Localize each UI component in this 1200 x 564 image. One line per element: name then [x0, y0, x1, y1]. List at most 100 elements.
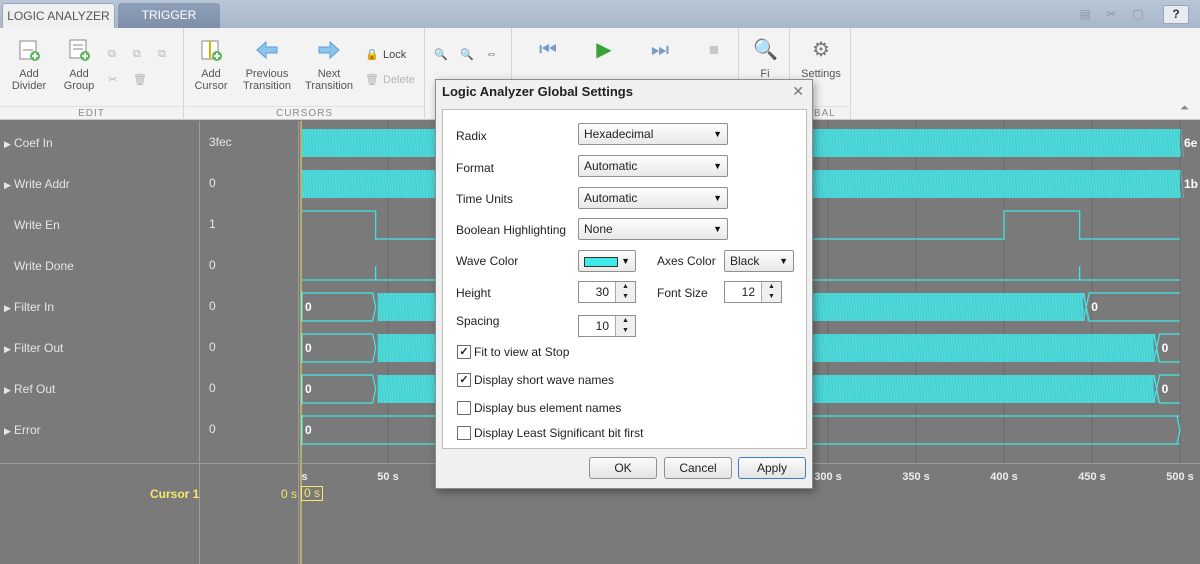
add-group-button[interactable]: Add Group — [58, 38, 100, 92]
fit-horizontal-icon[interactable]: ⇔ — [486, 48, 497, 60]
add-cursor-button[interactable]: Add Cursor — [191, 38, 231, 92]
lsb-first-label: Display Least Significant bit first — [474, 426, 644, 440]
stop-button[interactable]: ⏹ — [699, 38, 729, 68]
lock-button[interactable]: 🔒 Lock — [365, 48, 406, 61]
signal-name[interactable]: ▶ Error — [4, 422, 41, 438]
cursors-caption: CURSORS — [185, 106, 424, 119]
stop-icon: ⏹ — [709, 39, 719, 61]
signal-name[interactable]: ▶ Ref Out — [4, 381, 55, 397]
format-value: Automatic — [584, 159, 638, 173]
boolean-highlighting-value: None — [584, 222, 613, 236]
copy-icon[interactable]: ▢ — [1130, 6, 1146, 22]
short-wave-names-checkbox[interactable]: ✓ Display short wave names — [457, 373, 614, 389]
clone-wave-icon[interactable]: ⧉ — [158, 48, 166, 61]
spacing-stepper[interactable]: 10 ▲ ▼ — [578, 315, 636, 337]
wave-color-picker[interactable]: ▼ — [578, 250, 636, 272]
chevron-down-icon: ▼ — [779, 256, 788, 266]
radix-select[interactable]: Hexadecimal ▼ — [578, 123, 728, 145]
signal-name[interactable]: Write Done — [4, 258, 74, 274]
delete-cursor-button[interactable]: 🗑 Delete — [365, 73, 415, 86]
collapse-toolstrip-icon[interactable]: ⏶ — [1180, 102, 1189, 115]
boolean-highlighting-label: Boolean Highlighting — [456, 223, 567, 237]
paste-wave-icon[interactable]: ⧉ — [133, 48, 141, 61]
signal-name[interactable]: ▶ Filter Out — [4, 340, 63, 356]
signal-name-text: Write En — [14, 218, 60, 232]
apply-button[interactable]: Apply — [738, 457, 806, 479]
cut-icon[interactable]: ✂ — [1103, 6, 1119, 22]
next-transition-button[interactable]: Next Transition — [301, 38, 357, 92]
step-back-button[interactable]: ⏮ — [533, 38, 563, 68]
bus-end-label: 0 — [1162, 382, 1169, 396]
font-size-value: 12 — [741, 285, 755, 299]
cursor-label: Cursor 1 — [150, 487, 200, 501]
zoom-fit-icon[interactable]: 🔍 — [434, 48, 448, 61]
find-button[interactable]: 🔍 Fi — [750, 38, 780, 80]
spinner-arrows-icon[interactable]: ▲ ▼ — [761, 282, 781, 302]
height-stepper[interactable]: 30 ▲ ▼ — [578, 281, 636, 303]
edit-group: Add Divider Add Group ⧉ ⧉ ⧉ ✂ 🗑 EDIT — [0, 28, 184, 120]
expand-triangle-icon[interactable]: ▶ — [4, 382, 14, 398]
time-tick-label: 500 s — [1166, 471, 1194, 483]
step-forward-icon: ⏭ — [651, 39, 669, 61]
signal-name[interactable]: ▶ Coef In — [4, 135, 53, 151]
signal-name-text: Write Done — [14, 259, 74, 273]
previous-transition-button[interactable]: Previous Transition — [239, 38, 295, 92]
tab-trigger[interactable]: TRIGGER — [118, 3, 220, 28]
cursor-time-box[interactable]: 0 s — [301, 486, 324, 501]
spinner-arrows-icon[interactable]: ▲ ▼ — [615, 282, 635, 302]
run-button[interactable]: ▶ — [589, 38, 619, 68]
short-wave-names-label: Display short wave names — [474, 373, 615, 387]
step-forward-button[interactable]: ⏭ — [645, 38, 675, 68]
tab-logic-analyzer[interactable]: LOGIC ANALYZER — [2, 3, 115, 28]
play-icon: ▶ — [596, 39, 612, 61]
format-label: Format — [456, 161, 495, 175]
signal-name[interactable]: Write En — [4, 217, 60, 233]
signal-name-text: Ref Out — [14, 382, 56, 396]
time-tick-label: 350 s — [902, 471, 930, 483]
expand-triangle-icon[interactable]: ▶ — [4, 341, 14, 357]
signal-name-text: Error — [14, 423, 41, 437]
delete-wave-icon[interactable]: 🗑 — [133, 73, 147, 86]
arrow-left-icon — [255, 38, 279, 62]
signal-name-text: Filter In — [14, 300, 55, 314]
add-cursor-label-1: Add — [201, 68, 221, 80]
help-icon[interactable]: ? — [1163, 5, 1189, 24]
boolean-highlighting-select[interactable]: None ▼ — [578, 218, 728, 240]
previous-transition-label-2: Transition — [243, 80, 291, 92]
font-size-stepper[interactable]: 12 ▲ ▼ — [724, 281, 782, 303]
lsb-first-checkbox[interactable]: Display Least Significant bit first — [457, 426, 643, 442]
previous-transition-label-1: Previous — [245, 68, 289, 80]
bus-element-names-checkbox[interactable]: Display bus element names — [457, 401, 621, 417]
cut-wave-icon[interactable]: ✂ — [108, 73, 117, 86]
expand-triangle-icon[interactable]: ▶ — [4, 300, 14, 316]
signal-value: 1 — [209, 217, 216, 231]
time-units-label: Time Units — [456, 192, 513, 206]
fit-to-view-label: Fit to view at Stop — [474, 345, 570, 359]
zoom-in-icon[interactable]: 🔍 — [460, 48, 474, 61]
delete-icon: 🗑 — [365, 74, 379, 86]
settings-button[interactable]: ⚙ Settings — [797, 38, 845, 80]
checkmark-icon: ✓ — [457, 345, 471, 359]
cancel-button[interactable]: Cancel — [664, 457, 732, 479]
format-select[interactable]: Automatic ▼ — [578, 155, 728, 177]
ok-button[interactable]: OK — [589, 457, 657, 479]
axes-color-select[interactable]: Black ▼ — [724, 250, 794, 272]
signal-name[interactable]: ▶ Write Addr — [4, 176, 70, 192]
chevron-down-icon: ▼ — [713, 193, 722, 203]
close-icon[interactable]: ✕ — [792, 83, 804, 100]
fit-to-view-checkbox[interactable]: ✓ Fit to view at Stop — [457, 345, 569, 361]
add-group-label-2: Group — [63, 80, 95, 92]
undock-icon[interactable]: ▤ — [1077, 6, 1093, 22]
height-label: Height — [456, 286, 491, 300]
expand-triangle-icon[interactable]: ▶ — [4, 423, 14, 439]
cursors-group: Add Cursor Previous Transition Next Tran… — [185, 28, 425, 120]
add-divider-button[interactable]: Add Divider — [8, 38, 50, 92]
copy-wave-icon[interactable]: ⧉ — [108, 48, 116, 61]
gear-icon: ⚙ — [812, 39, 830, 61]
signal-name[interactable]: ▶ Filter In — [4, 299, 54, 315]
time-units-select[interactable]: Automatic ▼ — [578, 187, 728, 209]
expand-triangle-icon[interactable]: ▶ — [4, 177, 14, 193]
global-settings-dialog: Logic Analyzer Global Settings ✕ Radix H… — [435, 79, 813, 489]
spinner-arrows-icon[interactable]: ▲ ▼ — [615, 316, 635, 336]
expand-triangle-icon[interactable]: ▶ — [4, 136, 14, 152]
